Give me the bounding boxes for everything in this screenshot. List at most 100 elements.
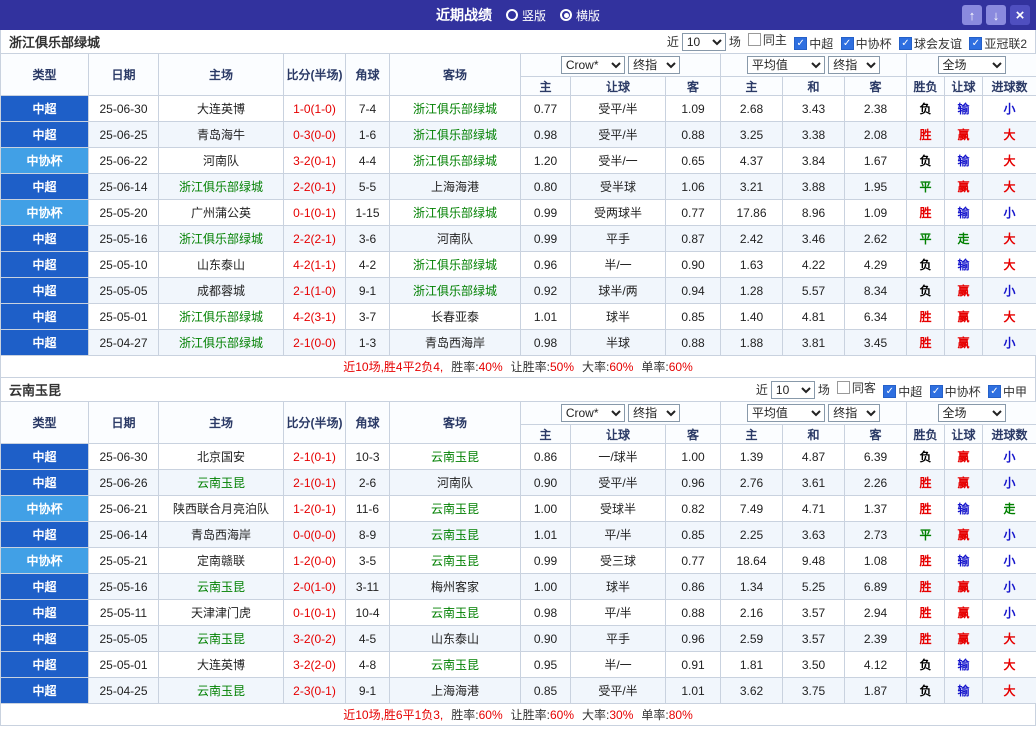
close-button[interactable]: ×	[1010, 5, 1030, 25]
col-header-home: 主场	[158, 53, 284, 96]
avg-draw-cell: 4.81	[782, 303, 845, 330]
odds-away-cell: 0.82	[665, 495, 721, 522]
odds-handicap-cell: 受半/一	[570, 147, 666, 174]
type-cell: 中超	[0, 677, 89, 704]
league-filter-checkbox[interactable]: 中超	[883, 383, 922, 400]
layout-radio-horizontal[interactable]: 横版	[560, 7, 600, 24]
col-header-handicap-result: 让球	[944, 424, 984, 444]
handicap-result-cell: 赢	[944, 625, 984, 652]
odds-away-cell: 1.06	[665, 173, 721, 200]
col-header-avg-home: 主	[720, 76, 783, 96]
league-filter-checkbox[interactable]: 球会友谊	[898, 35, 962, 52]
league-filter-checkbox[interactable]: 中协杯	[840, 35, 892, 52]
games-label: 场	[728, 35, 741, 49]
odds-home-cell: 0.86	[520, 443, 571, 470]
handicap-result-cell: 输	[944, 147, 984, 174]
home-team-cell: 陕西联合月亮泊队	[158, 495, 284, 522]
league-filter-checkbox[interactable]: 中超	[794, 35, 833, 52]
col-header-handicap: 让球	[570, 76, 666, 96]
odds-company-select[interactable]: Crow*	[560, 56, 625, 74]
goals-result-cell: 小	[982, 521, 1036, 548]
odds-handicap-cell: 受三球	[570, 547, 666, 574]
league-filter-checkbox[interactable]: 亚冠联2	[969, 35, 1027, 52]
odds-away-cell: 1.01	[665, 677, 721, 704]
corners-cell: 1-15	[345, 199, 390, 226]
score-cell: 2-1(1-0)	[283, 277, 346, 304]
average-odds-select[interactable]: 平均值	[746, 56, 825, 74]
results-table: 类型 日期 主场 比分(半场) 角球 客场 Crow* 终指 平均值 终指 全场	[0, 53, 1036, 356]
corners-cell: 7-4	[345, 95, 390, 122]
score-cell: 3-2(0-2)	[283, 625, 346, 652]
date-cell: 25-05-01	[88, 303, 159, 330]
avg-draw-cell: 3.81	[782, 329, 845, 356]
avg-home-cell: 2.42	[720, 225, 783, 252]
date-cell: 25-06-14	[88, 521, 159, 548]
scope-select[interactable]: 全场	[937, 56, 1006, 74]
score-cell: 2-2(2-1)	[283, 225, 346, 252]
avg-away-cell: 1.09	[843, 199, 908, 226]
date-cell: 25-05-10	[88, 251, 159, 278]
odds-handicap-cell: 受平/半	[570, 95, 666, 122]
match-count-select[interactable]: 10	[681, 32, 726, 51]
goals-result-cell: 大	[982, 173, 1036, 200]
corners-cell: 9-1	[345, 277, 390, 304]
type-cell: 中协杯	[0, 547, 89, 574]
page-title: 近期战绩	[435, 7, 492, 23]
league-filter-checkbox[interactable]: 同客	[836, 379, 876, 396]
col-header-date: 日期	[88, 401, 159, 444]
col-header-result: 胜负	[906, 424, 946, 444]
away-team-cell: 浙江俱乐部绿城	[389, 277, 521, 304]
corners-cell: 1-3	[345, 329, 390, 356]
home-team-cell: 云南玉昆	[158, 469, 284, 496]
away-team-cell: 上海海港	[389, 677, 521, 704]
col-header-type: 类型	[0, 53, 89, 96]
goals-result-cell: 大	[982, 251, 1036, 278]
score-cell: 3-2(2-0)	[283, 651, 346, 678]
match-row: 中超 25-06-26 云南玉昆 2-1(0-1) 2-6 河南队 0.90 受…	[0, 469, 1036, 496]
type-cell: 中协杯	[0, 199, 89, 226]
league-filter-checkbox[interactable]: 中协杯	[929, 383, 981, 400]
result-cell: 胜	[906, 199, 946, 226]
col-header-handicap: 让球	[570, 424, 666, 444]
odds-away-cell: 0.86	[665, 573, 721, 600]
away-team-cell: 云南玉昆	[389, 443, 521, 470]
avg-home-cell: 7.49	[720, 495, 783, 522]
goals-result-cell: 大	[982, 225, 1036, 252]
away-team-cell: 浙江俱乐部绿城	[389, 121, 521, 148]
odds-time-select[interactable]: 终指	[628, 56, 681, 74]
match-row: 中超 25-06-30 北京国安 2-1(0-1) 10-3 云南玉昆 0.86…	[0, 443, 1036, 470]
scroll-up-button[interactable]: ↑	[962, 5, 982, 25]
scroll-down-button[interactable]: ↓	[986, 5, 1006, 25]
layout-radio-vertical[interactable]: 竖版	[505, 7, 546, 24]
goals-result-cell: 大	[982, 625, 1036, 652]
score-cell: 2-0(1-0)	[283, 573, 346, 600]
average-time-select[interactable]: 终指	[828, 404, 881, 422]
corners-cell: 3-5	[345, 547, 390, 574]
corners-cell: 1-6	[345, 121, 390, 148]
average-time-select[interactable]: 终指	[828, 56, 881, 74]
score-cell: 0-1(0-1)	[283, 199, 346, 226]
away-team-cell: 长春亚泰	[389, 303, 521, 330]
league-filter-checkbox[interactable]: 中甲	[987, 383, 1027, 400]
corners-cell: 3-7	[345, 303, 390, 330]
odds-handicap-cell: 半/一	[570, 651, 666, 678]
handicap-result-cell: 赢	[944, 599, 984, 626]
odds-company-select[interactable]: Crow*	[560, 404, 625, 422]
col-header-avg-draw: 和	[782, 76, 845, 96]
type-cell: 中协杯	[0, 495, 89, 522]
league-filter-checkbox[interactable]: 同主	[747, 31, 787, 48]
date-cell: 25-04-25	[88, 677, 159, 704]
avg-away-cell: 3.45	[843, 329, 908, 356]
odds-handicap-cell: 半/一	[570, 251, 666, 278]
odds-time-select[interactable]: 终指	[628, 404, 681, 422]
result-cell: 胜	[906, 469, 946, 496]
avg-draw-cell: 3.57	[782, 599, 845, 626]
corners-cell: 4-4	[345, 147, 390, 174]
home-team-cell: 成都蓉城	[158, 277, 284, 304]
date-cell: 25-06-26	[88, 469, 159, 496]
match-count-select[interactable]: 10	[770, 380, 815, 399]
win-rate-value: 60%	[478, 707, 503, 722]
scope-select[interactable]: 全场	[937, 404, 1006, 422]
average-odds-select[interactable]: 平均值	[746, 404, 825, 422]
col-header-odds-away: 客	[665, 424, 721, 444]
